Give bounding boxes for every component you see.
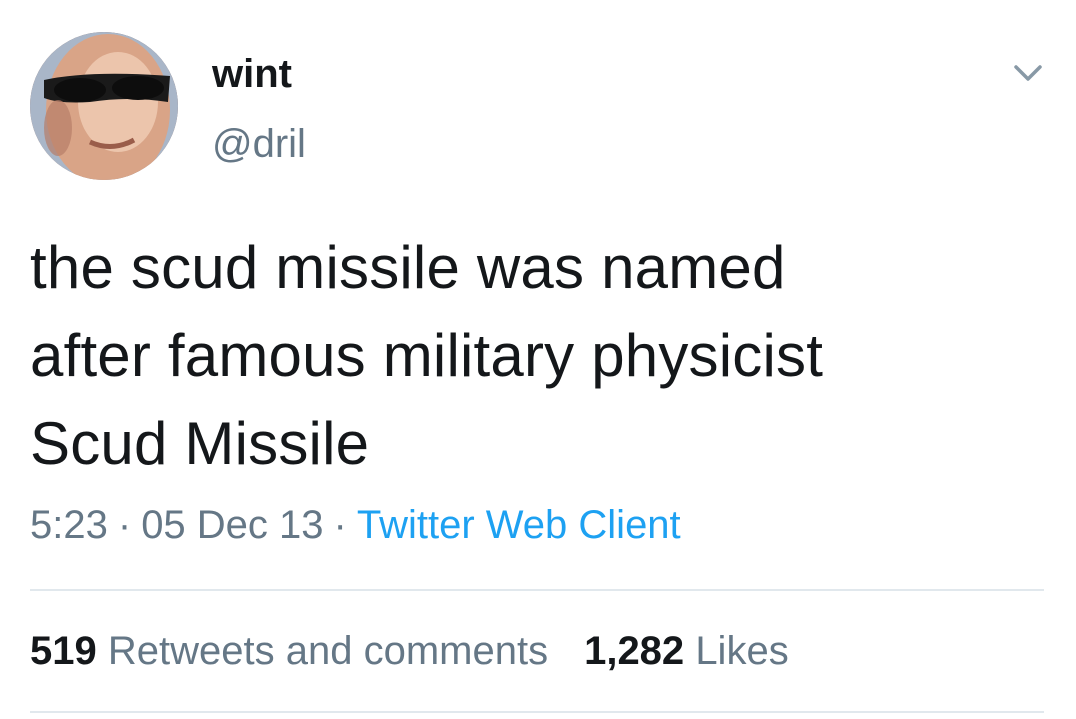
retweets-stat[interactable]: 519 Retweets and comments	[30, 629, 548, 673]
divider	[30, 589, 1044, 591]
tweet-text: the scud missile was named after famous …	[30, 224, 1050, 488]
tweet-text-line: Scud Missile	[30, 410, 370, 477]
tweet-stats: 519 Retweets and comments 1,282 Likes	[30, 626, 789, 676]
tweet-source-link[interactable]: Twitter Web Client	[357, 503, 681, 547]
chevron-down-icon[interactable]	[1010, 58, 1046, 88]
tweet-time[interactable]: 5:23	[30, 503, 108, 547]
divider	[30, 711, 1044, 713]
retweets-label: Retweets and comments	[107, 629, 549, 673]
tweet-date[interactable]: 05 Dec 13	[141, 503, 323, 547]
tweet-meta: 5:23 · 05 Dec 13 · Twitter Web Client	[30, 500, 681, 550]
user-handle[interactable]: @dril	[212, 120, 306, 168]
tweet-text-line: after famous military physicist	[30, 322, 824, 389]
likes-count: 1,282	[584, 629, 685, 673]
tweet-text-line: the scud missile was named	[30, 234, 786, 301]
avatar-image	[30, 32, 178, 180]
likes-label: Likes	[695, 629, 789, 673]
meta-separator: ·	[117, 503, 132, 547]
avatar[interactable]	[30, 32, 178, 180]
meta-separator: ·	[333, 503, 347, 547]
tweet: wint @dril the scud missile was named af…	[0, 0, 1076, 719]
display-name[interactable]: wint	[212, 50, 292, 98]
retweets-count: 519	[30, 629, 97, 673]
likes-stat[interactable]: 1,282 Likes	[584, 629, 789, 673]
